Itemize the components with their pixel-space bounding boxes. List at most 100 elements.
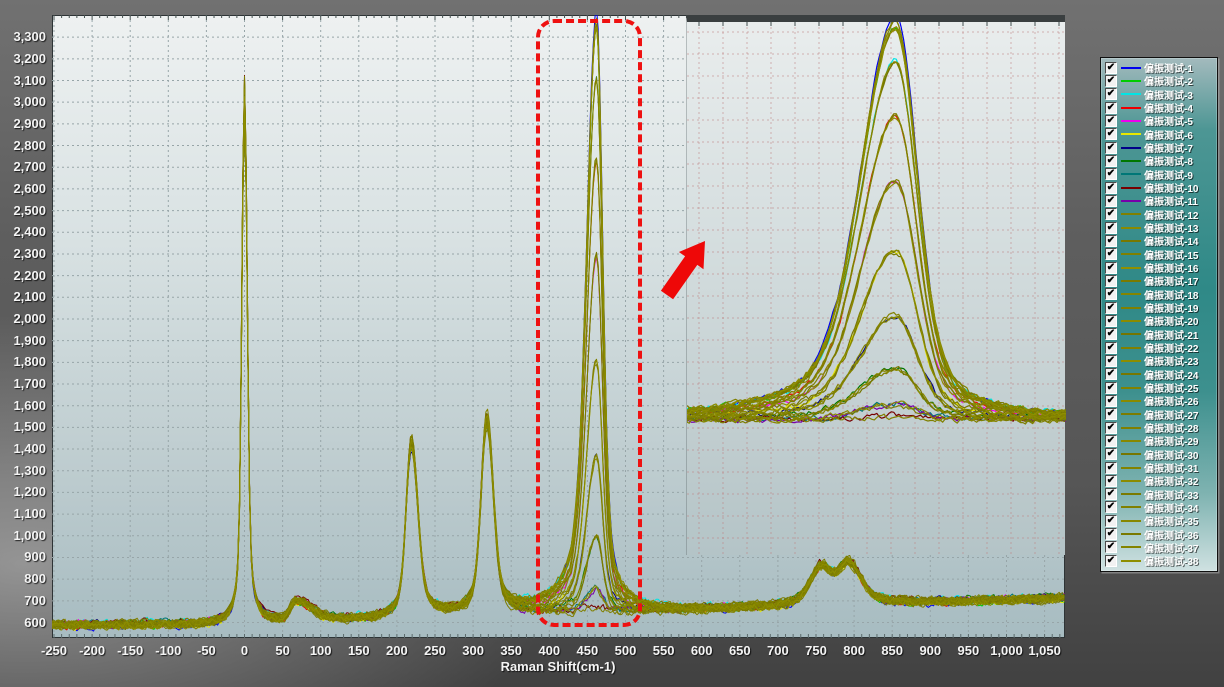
y-tick-label: 1,000 (0, 528, 46, 543)
legend-item-18[interactable]: ✔偏振测试-18 (1105, 288, 1217, 300)
legend-item-35[interactable]: ✔偏振测试-35 (1105, 515, 1217, 527)
legend-item-29[interactable]: ✔偏振测试-29 (1105, 435, 1217, 447)
y-tick-label: 1,600 (0, 398, 46, 413)
legend-checkbox-38[interactable]: ✔ (1105, 555, 1117, 567)
legend-checkbox-37[interactable]: ✔ (1105, 541, 1117, 553)
legend-item-26[interactable]: ✔偏振测试-26 (1105, 395, 1217, 407)
legend-item-4[interactable]: ✔偏振测试-4 (1105, 102, 1217, 114)
legend-item-34[interactable]: ✔偏振测试-34 (1105, 501, 1217, 513)
legend-item-27[interactable]: ✔偏振测试-27 (1105, 408, 1217, 420)
y-tick-label: 2,000 (0, 311, 46, 326)
legend-item-16[interactable]: ✔偏振测试-16 (1105, 262, 1217, 274)
legend-checkbox-25[interactable]: ✔ (1105, 382, 1117, 394)
spectrum-series-32 (687, 251, 1066, 419)
legend-color-swatch (1121, 347, 1141, 349)
legend-item-30[interactable]: ✔偏振测试-30 (1105, 448, 1217, 460)
legend-item-36[interactable]: ✔偏振测试-36 (1105, 528, 1217, 540)
legend-checkbox-20[interactable]: ✔ (1105, 315, 1117, 327)
legend-checkbox-19[interactable]: ✔ (1105, 302, 1117, 314)
legend-item-14[interactable]: ✔偏振测试-14 (1105, 235, 1217, 247)
legend-checkbox-8[interactable]: ✔ (1105, 155, 1117, 167)
legend-checkbox-1[interactable]: ✔ (1105, 62, 1117, 74)
legend-checkbox-12[interactable]: ✔ (1105, 208, 1117, 220)
legend-checkbox-29[interactable]: ✔ (1105, 435, 1117, 447)
legend-checkbox-34[interactable]: ✔ (1105, 501, 1117, 513)
legend-item-10[interactable]: ✔偏振测试-10 (1105, 182, 1217, 194)
legend-item-11[interactable]: ✔偏振测试-11 (1105, 195, 1217, 207)
legend-item-23[interactable]: ✔偏振测试-23 (1105, 355, 1217, 367)
legend-checkbox-17[interactable]: ✔ (1105, 275, 1117, 287)
legend-item-3[interactable]: ✔偏振测试-3 (1105, 88, 1217, 100)
legend-checkbox-11[interactable]: ✔ (1105, 195, 1117, 207)
legend-item-37[interactable]: ✔偏振测试-37 (1105, 541, 1217, 553)
legend-checkbox-4[interactable]: ✔ (1105, 102, 1117, 114)
legend-checkbox-21[interactable]: ✔ (1105, 328, 1117, 340)
legend-item-28[interactable]: ✔偏振测试-28 (1105, 422, 1217, 434)
legend-item-9[interactable]: ✔偏振测试-9 (1105, 168, 1217, 180)
legend-checkbox-26[interactable]: ✔ (1105, 395, 1117, 407)
legend-checkbox-30[interactable]: ✔ (1105, 448, 1117, 460)
y-tick-label: 3,200 (0, 51, 46, 66)
legend-checkbox-18[interactable]: ✔ (1105, 288, 1117, 300)
legend-checkbox-23[interactable]: ✔ (1105, 355, 1117, 367)
legend-color-swatch (1121, 267, 1141, 269)
legend-item-5[interactable]: ✔偏振测试-5 (1105, 115, 1217, 127)
legend-checkbox-10[interactable]: ✔ (1105, 182, 1117, 194)
legend-item-1[interactable]: ✔偏振测试-1 (1105, 62, 1217, 74)
legend-checkbox-3[interactable]: ✔ (1105, 88, 1117, 100)
y-tick-label: 800 (0, 571, 46, 586)
legend-color-swatch (1121, 307, 1141, 309)
y-tick-label: 3,300 (0, 29, 46, 44)
legend-checkbox-31[interactable]: ✔ (1105, 462, 1117, 474)
legend-checkbox-14[interactable]: ✔ (1105, 235, 1117, 247)
y-tick-label: 3,000 (0, 94, 46, 109)
legend-checkbox-7[interactable]: ✔ (1105, 142, 1117, 154)
legend-item-21[interactable]: ✔偏振测试-21 (1105, 328, 1217, 340)
legend-item-7[interactable]: ✔偏振测试-7 (1105, 142, 1217, 154)
legend-checkbox-27[interactable]: ✔ (1105, 408, 1117, 420)
legend-color-swatch (1121, 160, 1141, 162)
legend-color-swatch (1121, 133, 1141, 135)
y-tick-label: 1,900 (0, 333, 46, 348)
legend-item-8[interactable]: ✔偏振测试-8 (1105, 155, 1217, 167)
legend-checkbox-24[interactable]: ✔ (1105, 368, 1117, 380)
legend-checkbox-5[interactable]: ✔ (1105, 115, 1117, 127)
legend-item-17[interactable]: ✔偏振测试-17 (1105, 275, 1217, 287)
legend-checkbox-16[interactable]: ✔ (1105, 262, 1117, 274)
legend-item-13[interactable]: ✔偏振测试-13 (1105, 222, 1217, 234)
legend-color-swatch (1121, 560, 1141, 562)
legend-checkbox-28[interactable]: ✔ (1105, 422, 1117, 434)
legend-item-15[interactable]: ✔偏振测试-15 (1105, 248, 1217, 260)
legend-checkbox-22[interactable]: ✔ (1105, 342, 1117, 354)
legend-item-24[interactable]: ✔偏振测试-24 (1105, 368, 1217, 380)
legend-checkbox-2[interactable]: ✔ (1105, 75, 1117, 87)
legend-item-31[interactable]: ✔偏振测试-31 (1105, 462, 1217, 474)
legend-item-22[interactable]: ✔偏振测试-22 (1105, 342, 1217, 354)
x-tick-label: 1,050 (1015, 643, 1075, 658)
y-tick-label: 1,400 (0, 441, 46, 456)
legend-checkbox-32[interactable]: ✔ (1105, 475, 1117, 487)
legend-color-swatch (1121, 120, 1141, 122)
legend-checkbox-13[interactable]: ✔ (1105, 222, 1117, 234)
legend-item-32[interactable]: ✔偏振测试-32 (1105, 475, 1217, 487)
legend-checkbox-9[interactable]: ✔ (1105, 168, 1117, 180)
y-tick-label: 3,100 (0, 73, 46, 88)
legend-item-33[interactable]: ✔偏振测试-33 (1105, 488, 1217, 500)
y-tick-label: 600 (0, 615, 46, 630)
legend-checkbox-36[interactable]: ✔ (1105, 528, 1117, 540)
legend-item-20[interactable]: ✔偏振测试-20 (1105, 315, 1217, 327)
legend-color-swatch (1121, 493, 1141, 495)
legend-checkbox-33[interactable]: ✔ (1105, 488, 1117, 500)
legend-item-38[interactable]: ✔偏振测试-38 (1105, 555, 1217, 567)
y-tick-label: 1,500 (0, 419, 46, 434)
spectrum-series-20 (687, 30, 1066, 416)
legend-item-19[interactable]: ✔偏振测试-19 (1105, 302, 1217, 314)
legend-item-25[interactable]: ✔偏振测试-25 (1105, 382, 1217, 394)
legend-item-2[interactable]: ✔偏振测试-2 (1105, 75, 1217, 87)
inset-zoom-chart[interactable] (686, 15, 1065, 555)
legend-item-6[interactable]: ✔偏振测试-6 (1105, 128, 1217, 140)
legend-item-12[interactable]: ✔偏振测试-12 (1105, 208, 1217, 220)
legend-checkbox-35[interactable]: ✔ (1105, 515, 1117, 527)
legend-checkbox-6[interactable]: ✔ (1105, 128, 1117, 140)
legend-checkbox-15[interactable]: ✔ (1105, 248, 1117, 260)
